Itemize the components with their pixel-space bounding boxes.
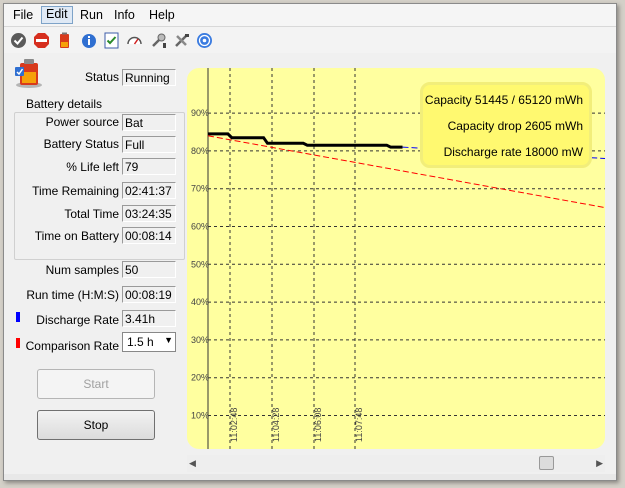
x-tick-label: 11:04:28: [271, 408, 281, 442]
battery-app-icon: [15, 59, 42, 88]
menu-edit[interactable]: Edit: [41, 6, 73, 24]
menu-file[interactable]: File: [9, 7, 37, 23]
scroll-right-icon[interactable]: ▶: [596, 458, 603, 469]
menu-help[interactable]: Help: [145, 7, 179, 23]
y-tick-label: 10%: [191, 411, 209, 421]
left-panel: Status Running Battery details Power sou…: [4, 54, 186, 480]
status-bar: [4, 474, 616, 480]
discharge-rate-swatch: [16, 312, 20, 322]
x-tick-label: 11:06:08: [313, 408, 323, 442]
toolbar: [4, 27, 616, 53]
comparison-rate-select[interactable]: 1.5 h ▼: [122, 332, 176, 352]
y-tick-label: 80%: [191, 146, 209, 156]
menu-info[interactable]: Info: [110, 7, 139, 23]
power-source-value: Bat: [122, 114, 176, 131]
y-tick-label: 90%: [191, 108, 209, 118]
discharge-rate-value: 3.41h: [122, 310, 176, 327]
status-label: Status: [84, 70, 119, 84]
time-on-battery-value: 00:08:14: [122, 227, 176, 244]
tools-icon[interactable]: [173, 32, 190, 49]
x-tick-label: 11:02:48: [229, 408, 239, 442]
y-tick-label: 60%: [191, 222, 209, 232]
num-samples-label: Num samples: [45, 263, 119, 277]
life-left-label: % Life left: [66, 160, 119, 174]
total-time-value: 03:24:35: [122, 205, 176, 222]
num-samples-value: 50: [122, 261, 176, 278]
help-icon[interactable]: [196, 32, 213, 49]
check-icon[interactable]: [10, 32, 27, 49]
checklist-icon[interactable]: [103, 32, 120, 49]
battery-details-title: Battery details: [24, 97, 105, 111]
y-tick-label: 30%: [191, 335, 209, 345]
chart-area: 90% 80% 70% 60% 50% 40% 30% 20% 10% 11:02:48 11:04…: [187, 68, 605, 449]
capacity-drop-text: Capacity drop 2605 mWh: [447, 119, 583, 133]
scroll-left-icon[interactable]: ◀: [189, 458, 196, 469]
chevron-down-icon[interactable]: ▼: [164, 335, 173, 345]
battery-status-label: Battery Status: [43, 137, 119, 151]
time-on-battery-label: Time on Battery: [34, 229, 119, 243]
stop-sign-icon[interactable]: [33, 32, 50, 49]
total-time-label: Total Time: [64, 207, 119, 221]
y-tick-label: 40%: [191, 297, 209, 307]
comparison-rate-selected: 1.5 h: [127, 335, 154, 349]
time-remaining-value: 02:41:37: [122, 182, 176, 199]
y-tick-label: 70%: [191, 184, 209, 194]
horizontal-scrollbar[interactable]: ◀ ▶: [187, 455, 605, 472]
menu-bar: File Edit Run Info Help: [4, 4, 616, 27]
comparison-rate-label: Comparison Rate: [25, 339, 119, 353]
run-time-label: Run time (H:M:S): [26, 288, 119, 302]
stop-button[interactable]: Stop: [37, 410, 155, 440]
battery-level-line: [208, 132, 403, 149]
power-source-label: Power source: [45, 115, 119, 129]
battery-status-value: Full: [122, 136, 176, 153]
info-icon[interactable]: [80, 32, 97, 49]
status-value: Running: [122, 69, 176, 86]
run-time-value: 00:08:19: [122, 286, 176, 303]
comparison-rate-swatch: [16, 338, 20, 348]
discharge-rate-text: Discharge rate 18000 mW: [443, 145, 583, 159]
app-window: File Edit Run Info Help Status Running B…: [3, 3, 617, 481]
capacity-text: Capacity 51445 / 65120 mWh: [424, 93, 583, 107]
wrench-icon[interactable]: [150, 32, 167, 49]
scroll-thumb[interactable]: [539, 456, 554, 470]
discharge-rate-label: Discharge Rate: [36, 313, 119, 327]
y-tick-label: 50%: [191, 259, 209, 269]
battery-icon[interactable]: [56, 32, 73, 49]
start-button[interactable]: Start: [37, 369, 155, 399]
gauge-icon[interactable]: [126, 32, 143, 49]
chart-info-box: Capacity 51445 / 65120 mWh Capacity drop…: [420, 82, 592, 168]
time-remaining-label: Time Remaining: [32, 184, 119, 198]
x-tick-label: 11:07:48: [354, 408, 364, 442]
life-left-value: 79: [122, 158, 176, 175]
y-tick-label: 20%: [191, 373, 209, 383]
menu-run[interactable]: Run: [76, 7, 107, 23]
